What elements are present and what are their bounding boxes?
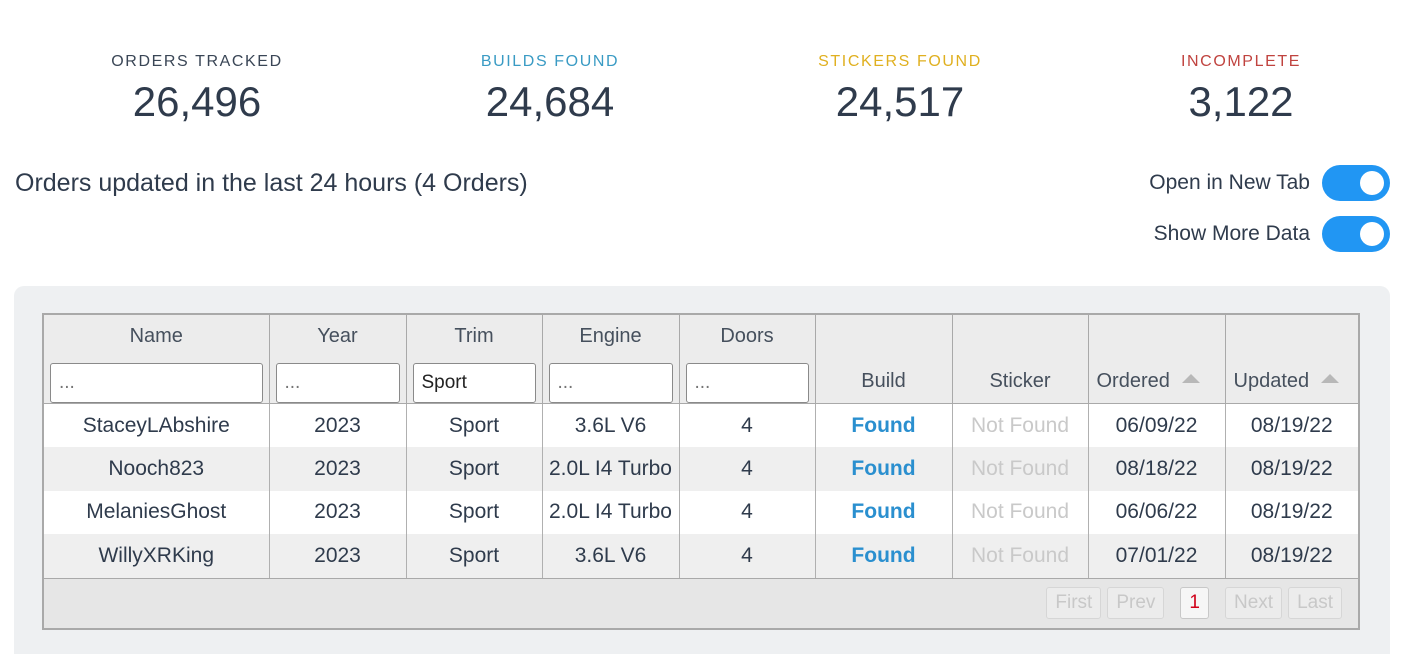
prev-page-button[interactable]: Prev	[1107, 586, 1165, 619]
build-found-link[interactable]: Found	[815, 534, 953, 578]
stat-builds-found: BUILDS FOUND 24,684	[400, 50, 700, 128]
current-page-button[interactable]: 1	[1180, 586, 1209, 619]
year-filter-input[interactable]	[275, 363, 400, 403]
cell-doors: 4	[679, 447, 816, 491]
column-title: Year	[317, 325, 358, 347]
table-row[interactable]: WillyXRKing 2023 Sport 3.6L V6 4 Found N…	[44, 534, 1358, 578]
page-title: Orders updated in the last 24 hours (4 O…	[15, 169, 528, 197]
stat-label: BUILDS FOUND	[480, 53, 620, 70]
column-year: Year	[269, 315, 407, 404]
cell-updated: 08/19/22	[1225, 447, 1358, 491]
orders-table-wrapper: Name Year Trim Engine	[42, 313, 1360, 630]
show-more-data-label: Show More Data	[1153, 222, 1310, 245]
stat-value: 26,496	[132, 78, 262, 125]
cell-name: StaceyLAbshire	[44, 403, 270, 447]
stat-label: INCOMPLETE	[1180, 53, 1301, 70]
cell-sticker: Not Found	[952, 447, 1089, 491]
cell-engine: 2.0L I4 Turbo	[542, 447, 680, 491]
cell-ordered: 06/06/22	[1088, 490, 1226, 534]
table-row[interactable]: MelaniesGhost 2023 Sport 2.0L I4 Turbo 4…	[44, 490, 1358, 534]
show-more-data-toggle[interactable]	[1322, 216, 1390, 252]
pagination: First Prev 1 Next Last	[1040, 586, 1342, 619]
column-title: Trim	[454, 325, 494, 347]
cell-year: 2023	[269, 447, 407, 491]
cell-doors: 4	[679, 403, 816, 447]
cell-engine: 2.0L I4 Turbo	[542, 490, 680, 534]
last-page-button[interactable]: Last	[1288, 586, 1342, 619]
column-title: Sticker	[989, 370, 1051, 392]
cell-sticker: Not Found	[952, 403, 1089, 447]
stats-bar: ORDERS TRACKED 26,496 BUILDS FOUND 24,68…	[0, 50, 1402, 140]
stat-orders-tracked: ORDERS TRACKED 26,496	[47, 50, 347, 128]
stat-label: ORDERS TRACKED	[111, 53, 283, 70]
build-found-link[interactable]: Found	[815, 490, 953, 534]
table-row[interactable]: StaceyLAbshire 2023 Sport 3.6L V6 4 Foun…	[44, 403, 1358, 447]
column-title: Build	[861, 370, 906, 392]
stat-stickers-found: STICKERS FOUND 24,517	[750, 50, 1050, 128]
cell-engine: 3.6L V6	[542, 403, 680, 447]
stat-value: 3,122	[1188, 78, 1294, 125]
column-engine: Engine	[542, 315, 680, 404]
column-title: Updated	[1233, 370, 1310, 392]
stat-label: STICKERS FOUND	[818, 53, 982, 70]
column-title: Doors	[720, 325, 774, 347]
open-new-tab-label: Open in New Tab	[1149, 171, 1310, 194]
stat-value: 24,684	[485, 78, 615, 125]
toggle-knob	[1360, 222, 1384, 246]
cell-trim: Sport	[406, 490, 543, 534]
next-page-button[interactable]: Next	[1225, 586, 1283, 619]
cell-trim: Sport	[406, 447, 543, 491]
engine-filter-input[interactable]	[548, 363, 673, 403]
column-sticker[interactable]: Sticker	[952, 315, 1089, 404]
table-row[interactable]: Nooch823 2023 Sport 2.0L I4 Turbo 4 Foun…	[44, 447, 1358, 491]
toggle-knob	[1360, 171, 1384, 195]
sort-asc-icon	[1181, 374, 1200, 384]
cell-name: MelaniesGhost	[44, 490, 270, 534]
table-footer: First Prev 1 Next Last	[44, 577, 1358, 628]
cell-trim: Sport	[406, 403, 543, 447]
trim-filter-input[interactable]	[412, 363, 536, 403]
show-more-data-row: Show More Data	[1154, 216, 1390, 252]
cell-name: Nooch823	[44, 447, 270, 491]
cell-updated: 08/19/22	[1225, 490, 1358, 534]
cell-ordered: 06/09/22	[1088, 403, 1226, 447]
cell-sticker: Not Found	[952, 534, 1089, 578]
column-title: Engine	[579, 325, 642, 347]
cell-ordered: 07/01/22	[1088, 534, 1226, 578]
cell-ordered: 08/18/22	[1088, 447, 1226, 491]
cell-sticker: Not Found	[952, 490, 1089, 534]
open-new-tab-toggle[interactable]	[1322, 165, 1390, 201]
cell-trim: Sport	[406, 534, 543, 578]
column-updated[interactable]: Updated	[1225, 315, 1358, 404]
cell-updated: 08/19/22	[1225, 403, 1358, 447]
stat-incomplete: INCOMPLETE 3,122	[1091, 50, 1391, 128]
header-row: Name Year Trim Engine	[44, 315, 1358, 404]
sort-asc-icon	[1321, 374, 1340, 384]
build-found-link[interactable]: Found	[815, 403, 953, 447]
column-doors: Doors	[679, 315, 816, 404]
column-trim: Trim	[406, 315, 543, 404]
open-new-tab-row: Open in New Tab	[1149, 165, 1390, 201]
column-name: Name	[44, 315, 270, 404]
name-filter-input[interactable]	[50, 363, 263, 403]
cell-year: 2023	[269, 534, 407, 578]
orders-table: Name Year Trim Engine	[44, 315, 1358, 578]
orders-panel: Name Year Trim Engine	[14, 286, 1390, 654]
cell-doors: 4	[679, 490, 816, 534]
cell-year: 2023	[269, 490, 407, 534]
cell-doors: 4	[679, 534, 816, 578]
cell-name: WillyXRKing	[44, 534, 270, 578]
column-ordered[interactable]: Ordered	[1088, 315, 1226, 404]
cell-updated: 08/19/22	[1225, 534, 1358, 578]
column-title: Ordered	[1096, 370, 1170, 392]
stat-value: 24,517	[835, 78, 965, 125]
cell-year: 2023	[269, 403, 407, 447]
cell-engine: 3.6L V6	[542, 534, 680, 578]
column-build[interactable]: Build	[815, 315, 953, 404]
first-page-button[interactable]: First	[1046, 586, 1102, 619]
column-title: Name	[129, 325, 183, 347]
doors-filter-input[interactable]	[685, 363, 809, 403]
build-found-link[interactable]: Found	[815, 447, 953, 491]
